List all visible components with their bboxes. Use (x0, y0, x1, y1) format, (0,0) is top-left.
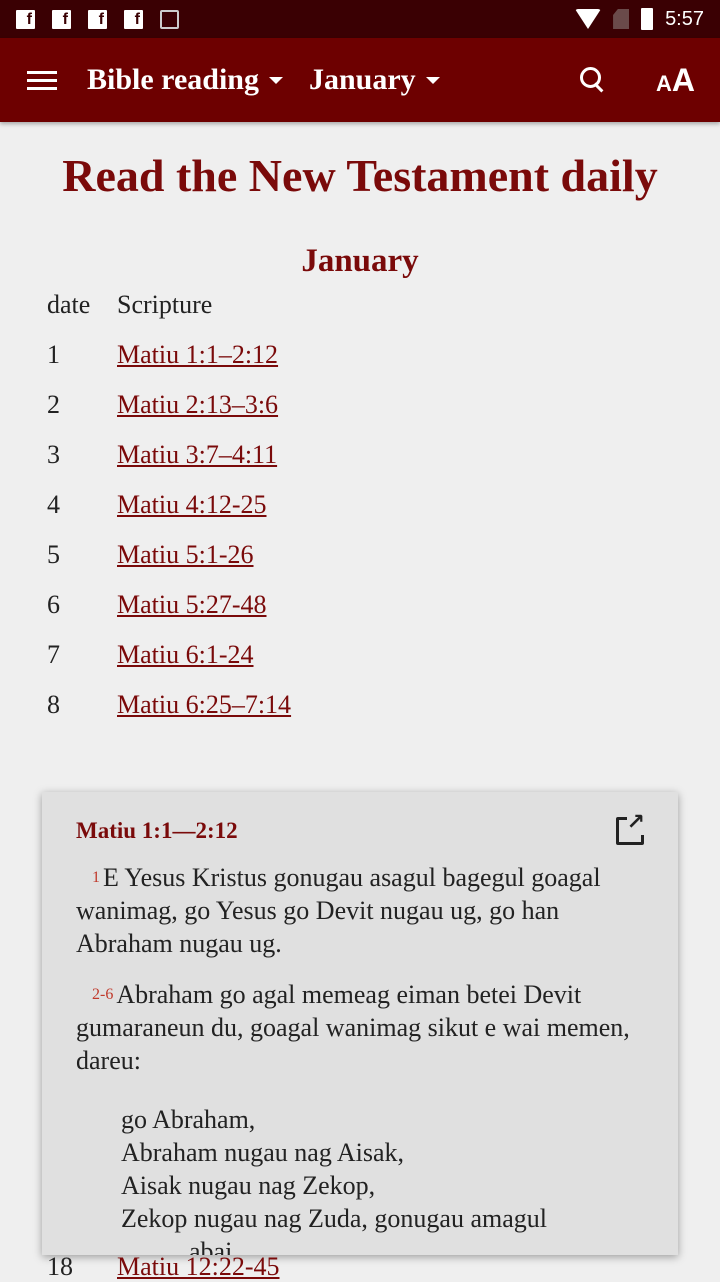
popup-title: Matiu 1:1—2:12 (76, 818, 238, 843)
date-cell: 18 (47, 1252, 73, 1281)
table-row: 7 Matiu 6:1-24 (47, 630, 291, 680)
menu-icon[interactable] (27, 66, 57, 95)
date-header: date (47, 290, 91, 319)
facebook-icon: f (88, 9, 107, 29)
date-cell: 3 (47, 440, 60, 469)
table-row: 18 Matiu 12:22-45 (47, 1252, 280, 1282)
no-sim-icon (613, 9, 630, 29)
scripture-link[interactable]: Matiu 4:12-25 (117, 490, 267, 519)
table-row: 1 Matiu 1:1–2:12 (47, 330, 291, 380)
table-row: 5 Matiu 5:1-26 (47, 530, 291, 580)
month-heading: January (301, 243, 419, 279)
date-cell: 6 (47, 590, 60, 619)
date-cell: 5 (47, 540, 60, 569)
wifi-icon (575, 9, 602, 29)
battery-icon (641, 8, 654, 30)
date-cell: 4 (47, 490, 60, 519)
table-row: 8 Matiu 6:25–7:14 (47, 680, 291, 730)
verse-text: E Yesus Kristus gonugau asagul bagegul g… (76, 863, 601, 958)
scripture-link[interactable]: Matiu 6:1-24 (117, 640, 254, 669)
poem-line: Zekop nugau nag Zuda, gonugau amagul (121, 1204, 547, 1233)
caret-down-icon (268, 76, 283, 84)
date-cell: 7 (47, 640, 60, 669)
poem-line: Abraham nugau nag Aisak, (121, 1138, 405, 1167)
facebook-icon: f (124, 9, 143, 29)
status-bar: f f f f 5:57 (0, 0, 720, 38)
table-row: 3 Matiu 3:7–4:11 (47, 430, 291, 480)
reading-table: date Scripture 1 Matiu 1:1–2:12 2 Matiu 2:13… (47, 280, 291, 730)
verse-number: 2-6 (92, 986, 114, 1003)
scripture-link[interactable]: Matiu 12:22-45 (117, 1252, 280, 1281)
image-icon (160, 9, 179, 29)
scripture-link[interactable]: Matiu 1:1–2:12 (117, 340, 278, 369)
date-cell: 1 (47, 340, 60, 369)
scripture-link[interactable]: Matiu 3:7–4:11 (117, 440, 277, 469)
month-label: January (308, 63, 416, 96)
scripture-link[interactable]: Matiu 2:13–3:6 (117, 390, 278, 419)
table-row: 6 Matiu 5:27-48 (47, 580, 291, 630)
poem: go Abraham, Abraham nugau nag Aisak, Ais… (121, 1103, 644, 1255)
facebook-icon: f (52, 9, 71, 29)
verse-2-6: 2-6 Abraham go agal memeag eiman betei De… (76, 978, 644, 1077)
verse-text: Abraham go agal memeag eiman betei Devit… (76, 980, 630, 1075)
table-row: 2 Matiu 2:13–3:6 (47, 380, 291, 430)
verse-1: 1E Yesus Kristus gonugau asagul bagegul … (76, 861, 644, 960)
open-external-icon[interactable] (616, 809, 645, 845)
book-dropdown[interactable]: Bible reading (87, 63, 283, 97)
poem-line: go Abraham, (121, 1105, 256, 1134)
search-icon[interactable] (580, 67, 606, 93)
scripture-header: Scripture (117, 290, 213, 319)
clock: 5:57 (665, 7, 704, 30)
verse-number: 1 (92, 869, 100, 886)
date-cell: 8 (47, 690, 60, 719)
scripture-link[interactable]: Matiu 5:1-26 (117, 540, 254, 569)
book-label: Bible reading (87, 63, 259, 96)
date-cell: 2 (47, 390, 60, 419)
table-row: 4 Matiu 4:12-25 (47, 480, 291, 530)
toolbar: Bible reading January AA (0, 38, 720, 122)
caret-down-icon (425, 76, 440, 84)
poem-line: Aisak nugau nag Zekop, (121, 1171, 376, 1200)
scripture-popup: Matiu 1:1—2:12 1E Yesus Kristus gonugau … (42, 792, 678, 1255)
month-dropdown[interactable]: January (309, 63, 440, 97)
page-title: Read the New Testament daily (62, 150, 658, 201)
scripture-link[interactable]: Matiu 6:25–7:14 (117, 690, 291, 719)
facebook-icon: f (16, 9, 35, 29)
text-size-icon[interactable]: AA (656, 62, 695, 99)
scripture-link[interactable]: Matiu 5:27-48 (117, 590, 267, 619)
